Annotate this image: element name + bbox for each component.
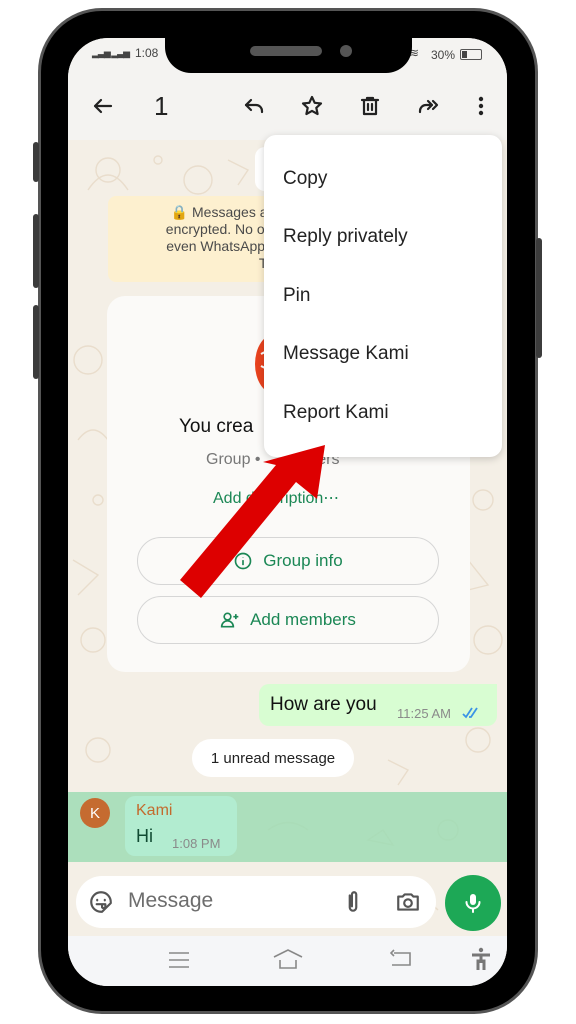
annotation-arrow-shape [180, 445, 325, 598]
annotation-arrow [180, 445, 325, 598]
